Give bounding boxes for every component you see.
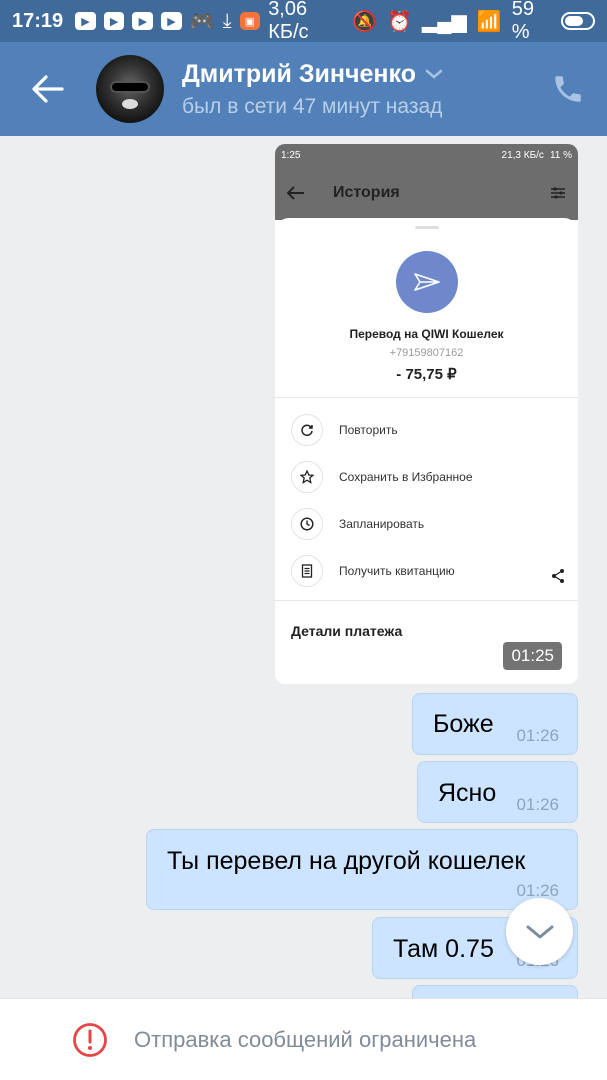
warning-icon <box>73 1022 107 1057</box>
message-list[interactable]: 1:25 21,3 КБ/с 11 % История Перевод на Q… <box>0 136 607 998</box>
contact-name-row: Дмитрий Зинченко <box>182 60 444 89</box>
chat-header: Дмитрий Зинченко был в сети 47 минут наз… <box>0 42 607 136</box>
contact-last-seen: был в сети 47 минут назад <box>182 94 443 118</box>
status-bar: 17:19 ▶ ▶ ▶ ▶ 🎮 ⤓ ▣ 3,06 КБ/с 🔕 ⏰ ▂▄▆ 📶 … <box>0 0 607 43</box>
youtube-icon: ▶ <box>132 12 154 30</box>
action-label: Запланировать <box>339 516 425 531</box>
action-schedule: Запланировать <box>275 500 578 547</box>
action-label: Повторить <box>339 422 398 437</box>
chevron-down-icon <box>425 69 443 79</box>
message-text: Там 0.75 <box>393 935 494 963</box>
share-icon <box>552 569 564 583</box>
scroll-down-button[interactable] <box>506 898 573 965</box>
star-icon <box>291 460 323 493</box>
message-bubble[interactable]: Ясно 01:26 <box>417 761 578 823</box>
download-icon: ⤓ <box>222 9 232 32</box>
message-text: Ясно <box>438 779 497 807</box>
action-favorite: Сохранить в Избранное <box>275 453 578 500</box>
action-receipt: Получить квитанцию <box>275 547 578 594</box>
gamepad-icon: 🎮 <box>189 10 215 33</box>
back-button[interactable] <box>0 42 96 136</box>
payment-details-heading: Детали платежа <box>291 623 403 639</box>
filter-icon <box>551 187 565 199</box>
signal-icon: ▂▄▆ <box>421 10 467 33</box>
attachment-title: История <box>333 184 400 201</box>
youtube-icon: ▶ <box>161 12 182 30</box>
attachment-status-speed: 21,3 КБ/с <box>501 149 544 161</box>
attachment-toolbar: История <box>275 166 578 220</box>
action-label: Получить квитанцию <box>339 563 455 578</box>
transfer-phone: +79159807162 <box>389 347 464 359</box>
youtube-icon: ▶ <box>103 12 125 30</box>
attachment-status-right: 21,3 КБ/с 11 % <box>502 150 572 161</box>
wifi-icon: 📶 <box>476 10 502 33</box>
contact-name: Дмитрий Зинченко <box>182 59 416 88</box>
attachment-status-bar: 1:25 21,3 КБ/с 11 % <box>275 144 578 166</box>
message-text: Боже <box>433 710 494 738</box>
clock-icon <box>291 507 323 540</box>
mute-icon: 🔕 <box>352 10 377 33</box>
arrow-left-icon <box>287 186 304 200</box>
phone-call-button[interactable] <box>551 72 585 106</box>
messaging-restricted-bar: Отправка сообщений ограничена <box>0 998 607 1080</box>
alarm-icon: ⏰ <box>386 10 412 33</box>
message-bubble[interactable]: Ты перевел на другой кошелек 01:26 <box>146 829 578 910</box>
transfer-amount: - 75,75 ₽ <box>396 366 457 383</box>
action-repeat: Повторить <box>275 406 578 453</box>
image-attachment[interactable]: 1:25 21,3 КБ/с 11 % История Перевод на Q… <box>275 144 578 684</box>
status-time: 17:19 <box>12 9 64 32</box>
contact-info[interactable]: Дмитрий Зинченко был в сети 47 минут наз… <box>182 60 444 119</box>
transfer-title: Перевод на QIWI Кошелек <box>349 327 504 341</box>
message-time: 01:26 <box>516 726 559 745</box>
send-icon <box>395 251 458 313</box>
chevron-down-icon <box>526 925 553 938</box>
attachment-status-battery: 11 % <box>549 149 572 161</box>
avatar[interactable] <box>96 55 164 123</box>
action-label: Сохранить в Избранное <box>339 469 473 484</box>
message-bubble[interactable]: Боже 01:26 <box>412 693 578 755</box>
message-text: Ты перевел на другой кошелек <box>167 847 526 875</box>
app-notification-icon: ▣ <box>239 12 261 30</box>
message-bubble-partial[interactable] <box>412 985 578 998</box>
attachment-sheet: Перевод на QIWI Кошелек +79159807162 - 7… <box>275 218 578 684</box>
refresh-icon <box>291 413 323 446</box>
attachment-status-time: 1:25 <box>281 149 301 161</box>
battery-level: 59 % <box>511 0 534 43</box>
receipt-icon <box>291 554 323 587</box>
arrow-left-icon <box>32 75 64 103</box>
attachment-time: 01:25 <box>503 642 562 670</box>
network-speed: 3,06 КБ/с <box>268 0 309 43</box>
battery-icon <box>561 12 596 30</box>
divider <box>275 397 578 398</box>
restriction-text: Отправка сообщений ограничена <box>134 1026 477 1052</box>
sheet-handle <box>414 226 439 229</box>
youtube-icon: ▶ <box>75 12 96 30</box>
message-time: 01:26 <box>516 795 559 814</box>
